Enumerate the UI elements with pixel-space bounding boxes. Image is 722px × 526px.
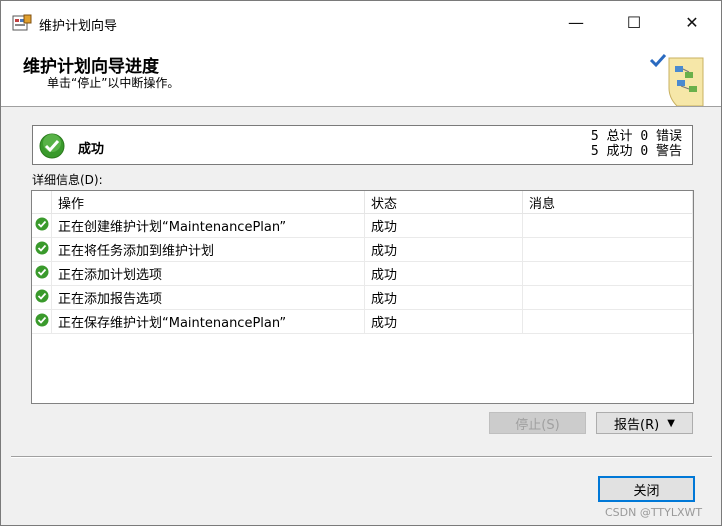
column-header-message[interactable]: 消息 <box>522 191 693 214</box>
table-row[interactable]: 正在将任务添加到维护计划 成功 <box>32 237 693 262</box>
close-icon: ✕ <box>685 13 699 32</box>
row-action: 正在保存维护计划“MaintenancePlan” <box>51 309 365 334</box>
stop-button[interactable]: 停止(S) <box>489 412 586 434</box>
total-count: 5 <box>590 129 599 144</box>
report-button-label: 报告(R) <box>614 417 660 433</box>
success-label: 成功 <box>606 144 633 159</box>
success-icon <box>35 241 48 254</box>
minimize-icon: — <box>568 13 584 32</box>
row-status: 成功 <box>364 237 523 262</box>
dropdown-arrow-icon: ▼ <box>667 417 675 429</box>
close-window-button[interactable]: ✕ <box>663 1 721 44</box>
overall-status-panel: 成功 5 总计 0 错误 5 成功 0 警告 <box>32 125 693 165</box>
row-action: 正在创建维护计划“MaintenancePlan” <box>51 213 365 238</box>
maintenance-plan-app-icon <box>12 14 32 31</box>
minimize-button[interactable]: — <box>547 1 605 44</box>
watermark: CSDN @TTYLXWT <box>605 506 703 519</box>
row-status: 成功 <box>364 261 523 286</box>
row-status: 成功 <box>364 213 523 238</box>
window-title: 维护计划向导 <box>39 19 118 34</box>
row-message <box>522 261 693 286</box>
row-message <box>522 285 693 310</box>
success-icon <box>39 133 65 159</box>
success-icon <box>35 313 48 326</box>
row-action: 正在添加报告选项 <box>51 285 365 310</box>
report-button[interactable]: 报告(R) ▼ <box>596 412 693 434</box>
success-icon <box>35 265 48 278</box>
maximize-icon: ☐ <box>626 13 642 32</box>
title-bar: 维护计划向导 — ☐ ✕ <box>1 1 721 44</box>
table-row[interactable]: 正在添加报告选项 成功 <box>32 285 693 310</box>
separator <box>11 456 712 458</box>
row-message <box>522 237 693 262</box>
column-header-status[interactable]: 状态 <box>364 191 523 214</box>
error-count: 0 <box>640 129 649 144</box>
wizard-header: 维护计划向导进度 单击“停止”以中断操作。 <box>1 44 721 107</box>
status-counts: 5 总计 0 错误 5 成功 0 警告 <box>591 129 682 159</box>
table-row[interactable]: 正在保存维护计划“MaintenancePlan” 成功 <box>32 309 693 334</box>
error-label: 错误 <box>655 129 682 144</box>
row-action: 正在添加计划选项 <box>51 261 365 286</box>
page-subtitle: 单击“停止”以中断操作。 <box>47 76 180 90</box>
row-message <box>522 309 693 334</box>
table-row[interactable]: 正在创建维护计划“MaintenancePlan” 成功 <box>32 213 693 238</box>
details-list[interactable]: 操作 状态 消息 正在创建维护计划“MaintenancePlan” 成功 正在… <box>31 190 694 404</box>
details-label: 详细信息(D): <box>32 173 103 187</box>
row-status: 成功 <box>364 309 523 334</box>
success-count: 5 <box>590 144 599 159</box>
warning-count: 0 <box>640 144 649 159</box>
row-status: 成功 <box>364 285 523 310</box>
close-button[interactable]: 关闭 <box>598 476 695 502</box>
column-header-action[interactable]: 操作 <box>51 191 365 214</box>
close-button-label: 关闭 <box>633 483 660 499</box>
total-label: 总计 <box>606 129 633 144</box>
row-action: 正在将任务添加到维护计划 <box>51 237 365 262</box>
row-message <box>522 213 693 238</box>
warning-label: 警告 <box>655 144 682 159</box>
success-icon <box>35 217 48 230</box>
overall-status-text: 成功 <box>78 142 105 157</box>
success-icon <box>35 289 48 302</box>
stop-button-label: 停止(S) <box>515 417 560 433</box>
table-row[interactable]: 正在添加计划选项 成功 <box>32 261 693 286</box>
wizard-graphic-icon <box>649 53 704 106</box>
icon-column-header <box>32 191 52 214</box>
maximize-button[interactable]: ☐ <box>605 1 663 44</box>
wizard-window: 维护计划向导 — ☐ ✕ 维护计划向导进度 单击“停止”以中断操作。 成功 5 … <box>0 0 722 526</box>
